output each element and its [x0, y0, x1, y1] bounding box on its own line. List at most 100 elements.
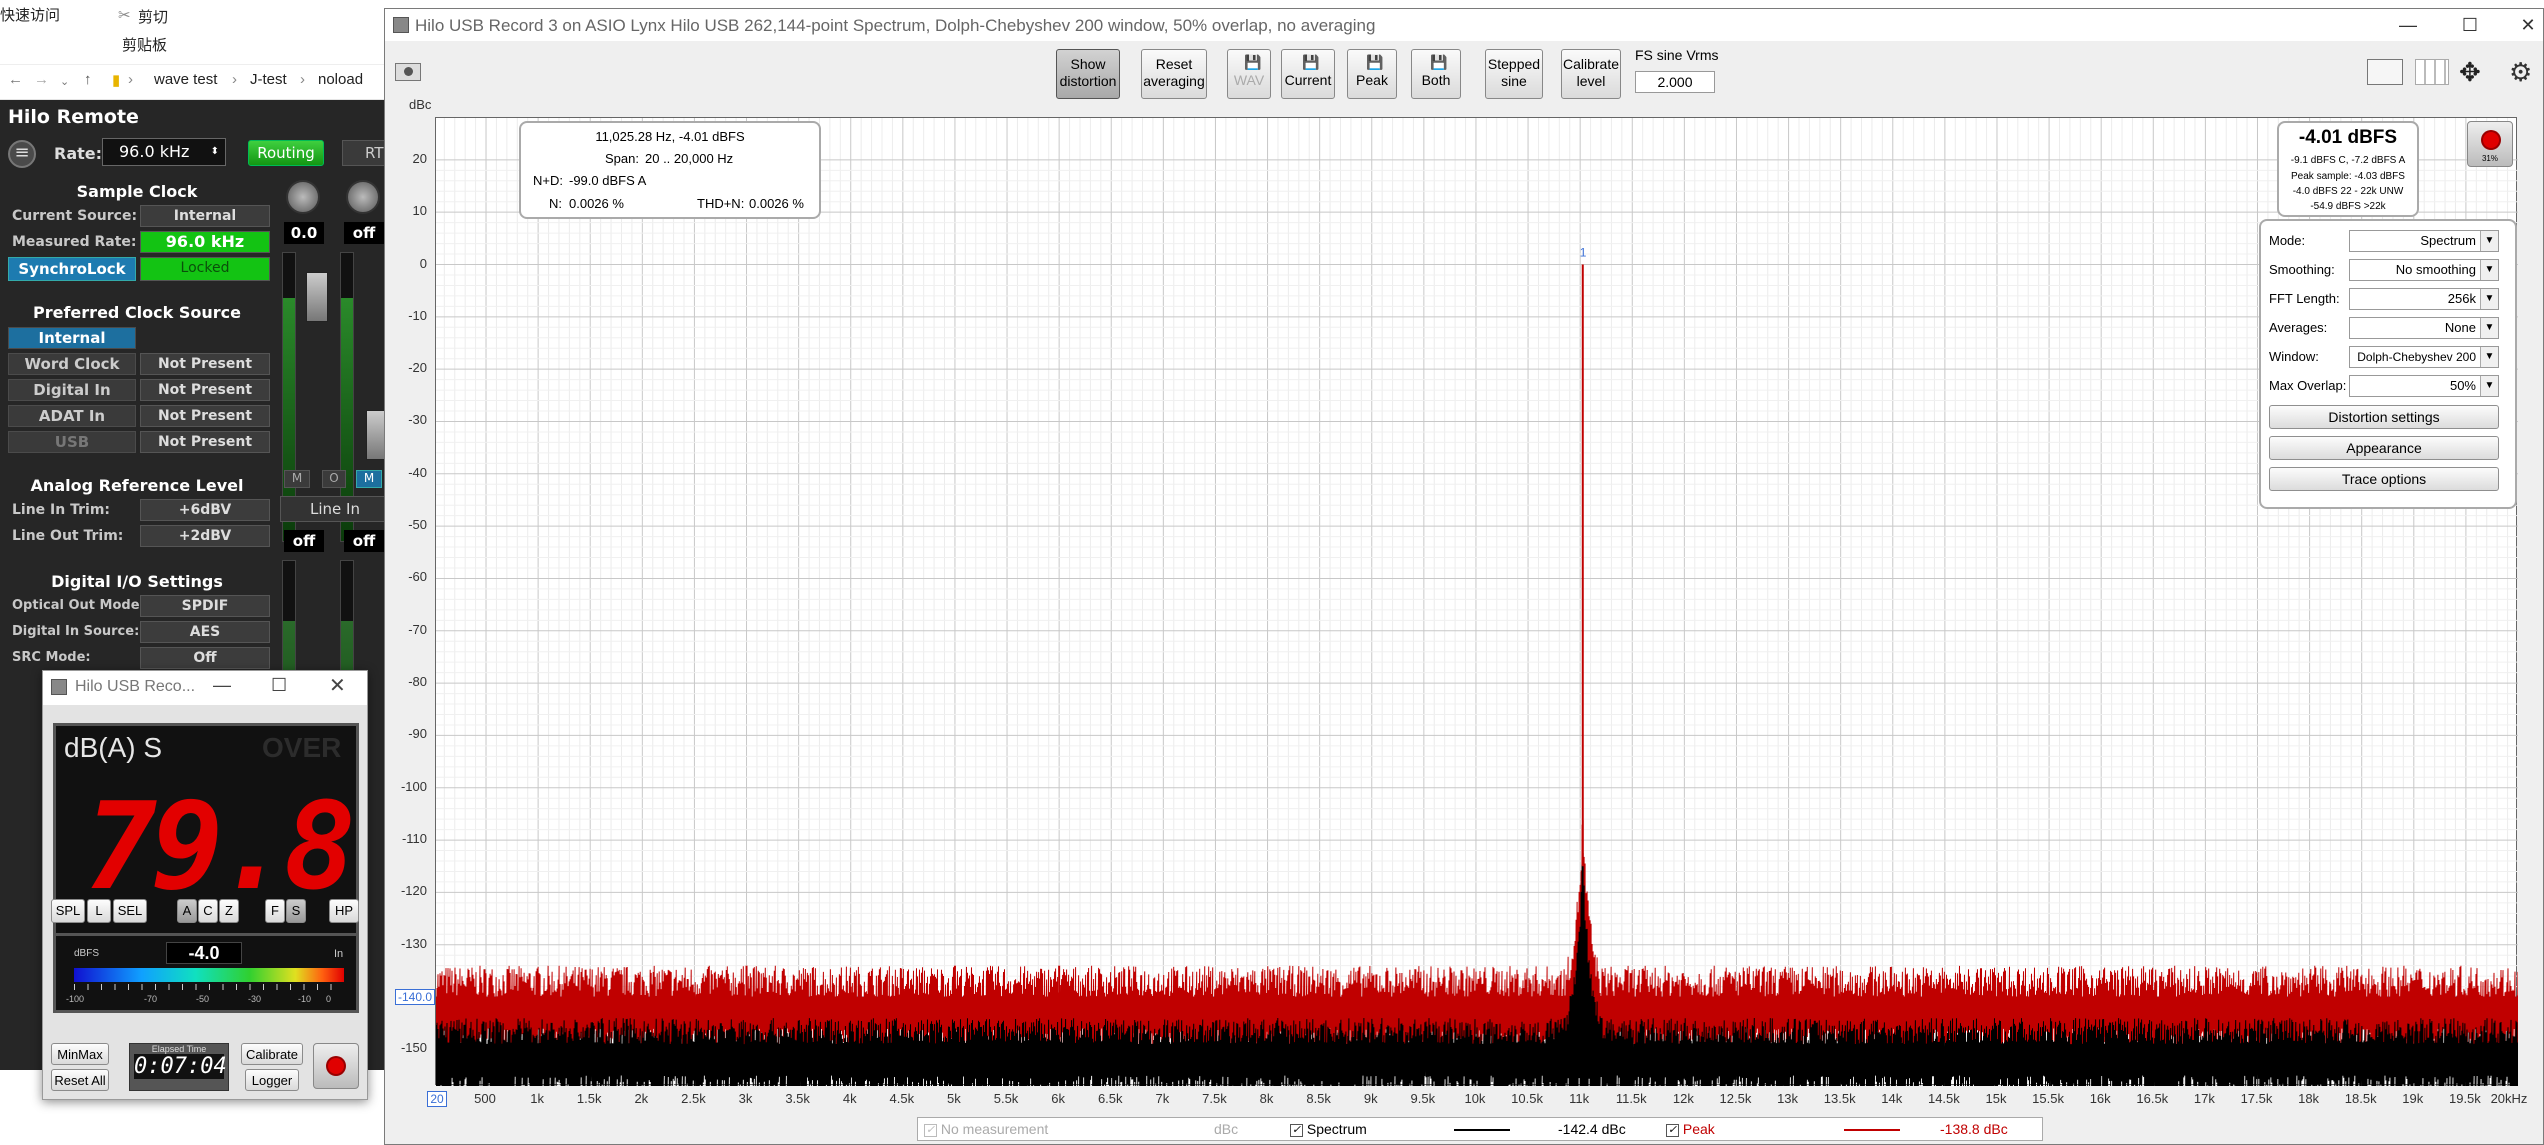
clipboard-label: 剪贴板	[122, 37, 168, 54]
source-digital-in-button[interactable]: Digital In	[8, 379, 136, 401]
appearance-button[interactable]: Appearance	[2269, 436, 2499, 460]
save-current-button[interactable]: 💾 Current	[1281, 49, 1335, 99]
leq-button[interactable]: L	[87, 899, 111, 923]
optical-out-select[interactable]: SPDIF	[140, 595, 270, 617]
quick-access-label[interactable]: 快速访问	[0, 4, 60, 25]
camera-icon[interactable]	[395, 63, 421, 81]
breadcrumb-noload[interactable]: noload	[318, 71, 363, 88]
breadcrumb-wave-test[interactable]: wave test	[154, 71, 217, 88]
spectrum-toggle[interactable]: ✓ Spectrum	[1290, 1121, 1367, 1137]
sel-button[interactable]: SEL	[113, 899, 147, 923]
averages-select[interactable]: None ▼	[2349, 317, 2499, 339]
source-internal-button[interactable]: Internal	[8, 327, 136, 349]
source-word-clock-button[interactable]: Word Clock	[8, 353, 136, 375]
max-overlap-select[interactable]: 50% ▼	[2349, 375, 2499, 397]
address-bar[interactable]: ← → ⌄ ↑ ▮ › wave test › J-test › noload	[0, 64, 390, 96]
close-icon[interactable]: ✕	[329, 673, 346, 698]
back-arrow-icon[interactable]: ←	[8, 71, 23, 88]
monitor-button[interactable]: M	[356, 470, 382, 488]
usb-status: Not Present	[140, 431, 270, 453]
fader-handle[interactable]	[306, 272, 328, 322]
breadcrumb-j-test[interactable]: J-test	[250, 71, 287, 88]
mute-button[interactable]: M	[284, 470, 310, 488]
show-distortion-button[interactable]: Show distortion	[1056, 49, 1120, 99]
main-titlebar[interactable]: Hilo USB Record 3 on ASIO Lynx Hilo USB …	[385, 9, 2543, 41]
x-tick-label: 5k	[947, 1091, 961, 1106]
current-source-value: Internal	[140, 205, 270, 227]
a-weighting-button[interactable]: A	[177, 899, 197, 923]
up-arrow-icon[interactable]: ↑	[84, 71, 92, 88]
fs-sine-input[interactable]: 2.000	[1635, 71, 1715, 93]
wav-button[interactable]: 💾 WAV	[1227, 49, 1271, 99]
z-weighting-button[interactable]: Z	[219, 899, 239, 923]
minmax-button[interactable]: MinMax	[51, 1043, 109, 1065]
zoom-rect-icon[interactable]	[2367, 59, 2403, 85]
x-tick-label: 2.5k	[681, 1091, 706, 1106]
x-tick-label: 3k	[738, 1091, 753, 1106]
synchrolock-button[interactable]: SynchroLock	[8, 257, 136, 281]
move-arrows-icon[interactable]: ✥	[2459, 57, 2481, 88]
rate-select[interactable]: 96.0 kHz ⬍	[102, 138, 226, 166]
fft-length-select[interactable]: 256k ▼	[2349, 288, 2499, 310]
app-icon	[51, 679, 67, 695]
routing-button[interactable]: Routing	[248, 140, 324, 166]
input-label: In	[334, 948, 344, 960]
gain-knob-2[interactable]	[346, 180, 380, 214]
trace-options-button[interactable]: Trace options	[2269, 467, 2499, 491]
forward-arrow-icon[interactable]: →	[34, 71, 49, 88]
reset-all-button[interactable]: Reset All	[51, 1069, 109, 1091]
calibrate-level-button[interactable]: Calibrate level	[1561, 49, 1621, 99]
distortion-settings-button[interactable]: Distortion settings	[2269, 405, 2499, 429]
checkbox-icon: ✓	[1666, 1123, 1679, 1137]
save-peak-button[interactable]: 💾 Peak	[1347, 49, 1397, 99]
cut-button[interactable]: 剪切	[138, 6, 168, 27]
logger-button[interactable]: Logger	[245, 1069, 299, 1091]
calibrate-button[interactable]: Calibrate	[241, 1043, 303, 1065]
reset-averaging-button[interactable]: Reset averaging	[1141, 49, 1207, 99]
y-tick-label: 0	[419, 255, 427, 271]
fs-sine-label: FS sine Vrms	[1635, 47, 1719, 63]
spectrum-chart: 1	[436, 118, 2518, 1086]
x-start-readout[interactable]: 20	[427, 1091, 447, 1107]
line-in-trim-select[interactable]: +6dBV	[140, 499, 270, 521]
solo-button[interactable]: O	[322, 470, 346, 488]
spectrum-plot-area[interactable]: 1	[435, 117, 2518, 1086]
digital-in-source-select[interactable]: AES	[140, 621, 270, 643]
close-icon[interactable]: ✕	[2513, 15, 2543, 36]
mode-select[interactable]: Spectrum ▼	[2349, 230, 2499, 252]
line-out-trim-select[interactable]: +2dBV	[140, 525, 270, 547]
no-measurement-toggle[interactable]: ✓ No measurement	[924, 1121, 1048, 1137]
off-readout-1: off	[284, 530, 324, 552]
columns-icon[interactable]	[2415, 59, 2449, 85]
minimize-icon[interactable]: —	[2393, 15, 2423, 36]
spl-titlebar[interactable]: Hilo USB Reco... — ☐ ✕	[43, 671, 367, 705]
spl-button[interactable]: SPL	[51, 899, 85, 923]
src-mode-select[interactable]: Off	[140, 647, 270, 669]
window-select[interactable]: Dolph-Chebyshev 200 ▼	[2349, 346, 2499, 368]
slow-button[interactable]: S	[286, 899, 306, 923]
source-usb-button[interactable]: USB	[8, 431, 136, 453]
gear-icon[interactable]: ⚙	[2509, 57, 2532, 88]
smoothing-select[interactable]: No smoothing ▼	[2349, 259, 2499, 281]
chevron-down-icon[interactable]: ⌄	[60, 75, 69, 88]
nd-label: N+D:	[533, 173, 563, 188]
maximize-icon[interactable]: ☐	[2455, 15, 2485, 36]
peak-toggle[interactable]: ✓ Peak	[1666, 1121, 1715, 1137]
y-tick-label: 10	[412, 203, 427, 219]
maximize-icon[interactable]: ☐	[271, 675, 287, 696]
gain-knob-1[interactable]	[286, 180, 320, 214]
fast-button[interactable]: F	[265, 899, 285, 923]
level-bar	[74, 968, 344, 982]
minimize-icon[interactable]: —	[213, 675, 231, 696]
save-both-button[interactable]: 💾 Both	[1411, 49, 1461, 99]
reference-line-readout[interactable]: -140.0	[395, 989, 435, 1005]
menu-icon[interactable]: ≡	[8, 140, 36, 168]
hp-button[interactable]: HP	[329, 899, 359, 923]
stepped-sine-button[interactable]: Stepped sine	[1485, 49, 1543, 99]
record-button[interactable]	[313, 1043, 359, 1089]
c-weighting-button[interactable]: C	[198, 899, 218, 923]
source-adat-in-button[interactable]: ADAT In	[8, 405, 136, 427]
record-button[interactable]: 31%	[2467, 121, 2513, 167]
fader-handle[interactable]	[366, 410, 386, 460]
spinner-icon: ⬍	[210, 146, 219, 157]
